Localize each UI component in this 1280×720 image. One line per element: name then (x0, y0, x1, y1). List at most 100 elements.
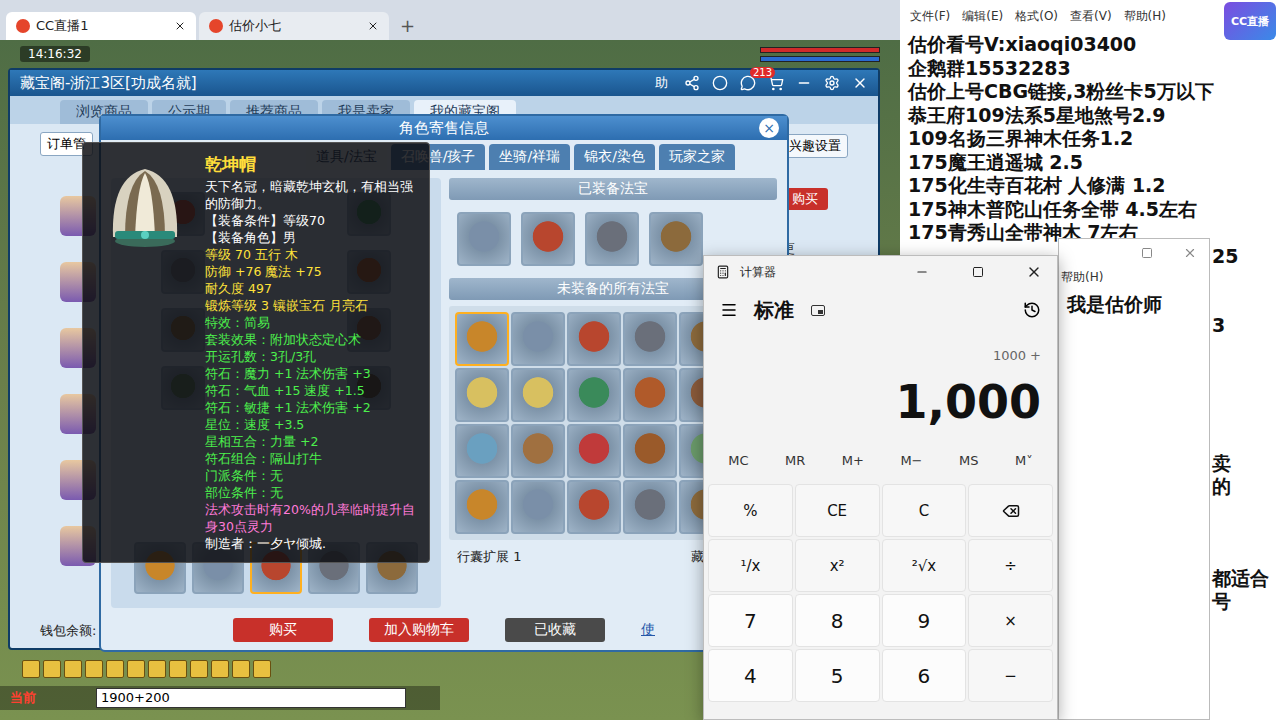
fabao-item[interactable] (455, 368, 509, 422)
menu-item[interactable]: 帮助(H) (1059, 267, 1209, 288)
footer-button[interactable]: 购买 (233, 618, 333, 642)
browser-tab[interactable]: 估价小七 (199, 12, 389, 40)
new-tab-button[interactable]: + (392, 15, 423, 40)
item-line: 防御 +76 魔法 +75 (205, 263, 421, 280)
equipped-fabao[interactable] (585, 212, 639, 266)
calc-key[interactable]: × (968, 594, 1053, 647)
dialog-tab[interactable]: 玩家之家 (659, 144, 735, 170)
close-icon[interactable] (367, 20, 379, 32)
shortcut-icon[interactable] (127, 660, 145, 678)
shortcut-icon[interactable] (106, 660, 124, 678)
calc-key[interactable]: C (882, 484, 967, 537)
shortcut-icon[interactable] (232, 660, 250, 678)
share-icon[interactable] (684, 75, 700, 91)
menu-item[interactable]: 文件(F) (910, 8, 950, 25)
result-text[interactable]: 我是估价师 (1059, 288, 1209, 322)
backspace-key[interactable] (968, 484, 1053, 537)
fabao-item[interactable] (455, 480, 509, 534)
memory-button[interactable]: M+ (842, 453, 864, 468)
settings-icon[interactable] (824, 75, 840, 91)
equipped-fabao[interactable] (521, 212, 575, 266)
minimize-icon[interactable] (796, 75, 812, 91)
memory-button[interactable]: MR (785, 453, 805, 468)
minimize-button[interactable] (899, 256, 945, 288)
memory-button[interactable]: MS (959, 453, 978, 468)
stop-icon[interactable] (712, 75, 728, 91)
calc-key[interactable]: 4 (708, 649, 793, 702)
shortcut-icon[interactable] (169, 660, 187, 678)
fabao-item[interactable] (455, 312, 509, 366)
menu-item[interactable]: 格式(O) (1015, 8, 1058, 25)
message-badge: 213 (750, 67, 775, 78)
calc-key[interactable]: 9 (882, 594, 967, 647)
calc-key[interactable]: ÷ (968, 539, 1053, 592)
equipped-fabao[interactable] (457, 212, 511, 266)
calc-key[interactable]: % (708, 484, 793, 537)
calc-key[interactable]: − (968, 649, 1053, 702)
close-icon[interactable] (852, 75, 868, 91)
menu-icon[interactable] (720, 301, 738, 319)
calc-key[interactable]: ¹/x (708, 539, 793, 592)
calc-key[interactable]: 6 (882, 649, 967, 702)
shortcut-icon[interactable] (190, 660, 208, 678)
dialog-tab[interactable]: 坐骑/祥瑞 (489, 144, 570, 170)
equipped-fabao[interactable] (649, 212, 703, 266)
close-icon[interactable] (1183, 246, 1197, 260)
menu-item[interactable]: 编辑(E) (962, 8, 1003, 25)
shortcut-icon[interactable] (22, 660, 40, 678)
fabao-item[interactable] (623, 424, 677, 478)
memory-button[interactable]: M˅ (1015, 453, 1033, 468)
help-button[interactable]: 助 (651, 74, 672, 92)
menu-item[interactable]: 帮助(H) (1124, 8, 1166, 25)
shortcut-icon[interactable] (43, 660, 61, 678)
messages-button[interactable]: 213 (740, 75, 756, 91)
mode-row: 标准 (704, 288, 1057, 332)
dialog-close-button[interactable]: × (759, 118, 779, 138)
cbg-title: 藏宝阁-浙江3区[功成名就] (20, 74, 197, 93)
close-button[interactable] (1011, 256, 1057, 288)
footer-button[interactable]: 已收藏 (505, 618, 605, 642)
fabao-item[interactable] (567, 480, 621, 534)
fabao-item[interactable] (511, 312, 565, 366)
calc-key[interactable]: 7 (708, 594, 793, 647)
maximize-button[interactable] (955, 256, 1001, 288)
fabao-item[interactable] (511, 424, 565, 478)
shortcut-icon[interactable] (85, 660, 103, 678)
calc-key[interactable]: ²√x (882, 539, 967, 592)
chat-channel[interactable]: 当前 (10, 689, 36, 707)
fabao-item[interactable] (567, 424, 621, 478)
calc-key[interactable]: CE (795, 484, 880, 537)
fabao-item[interactable] (567, 368, 621, 422)
shortcut-icon[interactable] (64, 660, 82, 678)
menu-item[interactable]: 查看(V) (1070, 8, 1112, 25)
shortcut-icon[interactable] (211, 660, 229, 678)
fabao-item[interactable] (511, 368, 565, 422)
calc-key[interactable]: 8 (795, 594, 880, 647)
maximize-icon[interactable] (1141, 247, 1153, 259)
fabao-item[interactable] (567, 312, 621, 366)
browser-tab[interactable]: CC直播1 (6, 12, 196, 40)
history-icon[interactable] (1023, 301, 1041, 319)
calc-key[interactable]: 5 (795, 649, 880, 702)
use-link[interactable]: 使 (641, 621, 655, 639)
interest-button[interactable]: 兴趣设置 (782, 134, 848, 158)
dialog-tab[interactable]: 锦衣/染色 (574, 144, 655, 170)
item-line: 部位条件：无 (205, 484, 421, 501)
fabao-item[interactable] (623, 480, 677, 534)
memory-button[interactable]: MC (728, 453, 748, 468)
fabao-item[interactable] (455, 424, 509, 478)
item-line: 锻炼等级 3 镶嵌宝石 月亮石 (205, 297, 421, 314)
keep-on-top-icon[interactable] (810, 302, 826, 318)
chat-input[interactable]: 1900+200 (96, 688, 406, 708)
cbg-controls: 助 213 (651, 74, 868, 92)
fabao-item[interactable] (623, 368, 677, 422)
close-icon[interactable] (174, 20, 186, 32)
fabao-item[interactable] (511, 480, 565, 534)
shortcut-icon[interactable] (148, 660, 166, 678)
shortcut-icon[interactable] (253, 660, 271, 678)
calc-key[interactable]: x² (795, 539, 880, 592)
dialog-title: 角色寄售信息× (101, 116, 787, 140)
fabao-item[interactable] (623, 312, 677, 366)
footer-button[interactable]: 加入购物车 (369, 618, 469, 642)
memory-button[interactable]: M− (900, 453, 922, 468)
